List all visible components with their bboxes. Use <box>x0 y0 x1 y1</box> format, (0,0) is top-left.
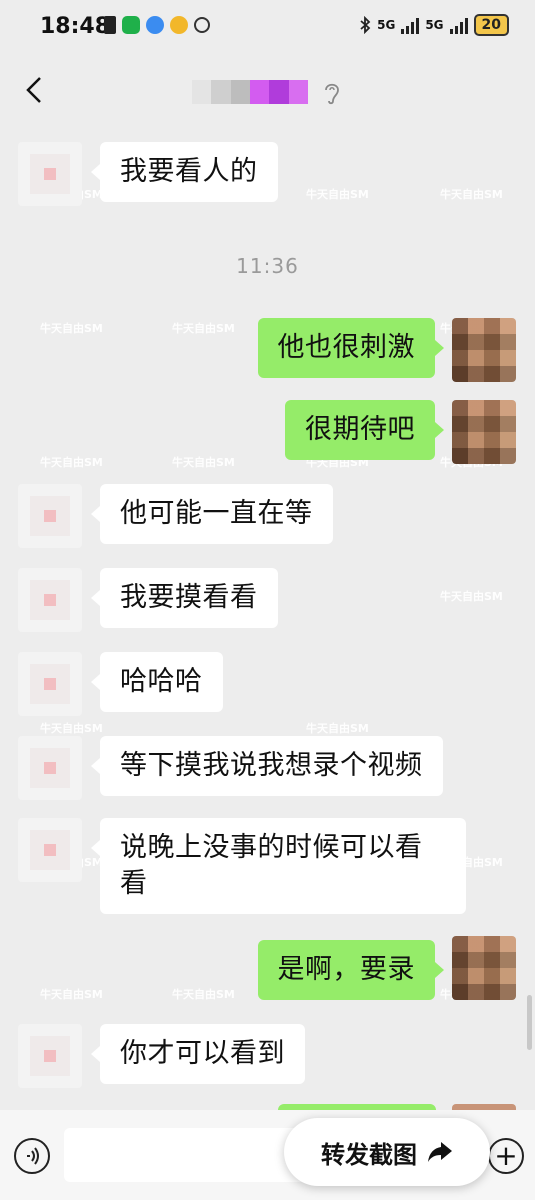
chat-timestamp: 11:36 <box>236 254 299 278</box>
contact-avatar[interactable] <box>18 484 82 548</box>
weather-icon <box>170 16 188 34</box>
contact-avatar[interactable] <box>18 142 82 206</box>
signal-icon-2 <box>449 16 468 34</box>
watermark: 牛天自由SM <box>172 456 235 469</box>
watermark: 牛天自由SM <box>40 456 103 469</box>
plus-icon[interactable]: + <box>488 1138 524 1174</box>
watermark: 牛天自由SM <box>172 322 235 335</box>
network-type-2: 5G <box>425 18 444 32</box>
network-type-1: 5G <box>377 18 396 32</box>
notification-icons <box>104 16 210 34</box>
watermark: 牛天自由SM <box>40 988 103 1001</box>
forward-screenshot-label: 转发截图 <box>321 1140 417 1169</box>
my-avatar[interactable] <box>452 400 516 464</box>
chat-header <box>0 56 535 128</box>
watermark: 牛天自由SM <box>172 988 235 1001</box>
contact-name-redacted <box>192 80 308 104</box>
watermark: 牛天自由SM <box>306 188 369 201</box>
message-bubble-sent[interactable]: 是啊，要录 <box>257 940 444 1000</box>
status-time: 18:48 <box>40 14 111 39</box>
message-bubble-sent[interactable]: 很期待吧 <box>285 400 444 460</box>
watermark: 牛天自由SM <box>306 722 369 735</box>
status-bar: 18:48 5G 5G 20 <box>0 0 535 56</box>
signal-icon <box>401 16 420 34</box>
watermark: 牛天自由SM <box>440 590 503 603</box>
message-bubble-received[interactable]: 他可能一直在等 <box>91 484 333 544</box>
scrollbar[interactable] <box>527 995 532 1050</box>
message-bubble-received[interactable]: 说晚上没事的时候可以看看 <box>91 818 466 914</box>
contact-avatar[interactable] <box>18 736 82 800</box>
my-avatar[interactable] <box>452 936 516 1000</box>
battery-icon: 20 <box>473 14 509 36</box>
hotspot-icon <box>194 17 210 33</box>
watermark: 牛天自由SM <box>40 722 103 735</box>
chevron-left-icon[interactable] <box>22 74 46 106</box>
message-bubble-received[interactable]: 你才可以看到 <box>91 1024 305 1084</box>
wechat-icon <box>122 16 140 34</box>
watermark: 牛天自由SM <box>40 322 103 335</box>
voice-icon[interactable] <box>14 1138 50 1174</box>
message-bubble-received[interactable]: 哈哈哈 <box>91 652 223 712</box>
my-avatar[interactable] <box>452 318 516 382</box>
share-arrow-icon <box>428 1142 452 1162</box>
pinwheel-icon <box>146 16 164 34</box>
system-icons: 5G 5G 20 <box>359 14 509 36</box>
message-list[interactable]: 牛天自由SM 牛天自由SM 牛天自由SM 牛天自由SM 牛天自由SM 牛天自由S… <box>0 128 535 1110</box>
message-bubble-received[interactable]: 等下摸我说我想录个视频 <box>91 736 443 796</box>
voice-waves-icon <box>27 1147 39 1165</box>
message-bubble-received[interactable]: 我要看人的 <box>91 142 278 202</box>
watermark: 牛天自由SM <box>440 188 503 201</box>
contact-avatar[interactable] <box>18 652 82 716</box>
bluetooth-icon <box>360 16 371 34</box>
message-bubble-received[interactable]: 我要摸看看 <box>91 568 278 628</box>
contact-avatar[interactable] <box>18 1024 82 1088</box>
sim-icon <box>104 16 116 34</box>
forward-screenshot-button[interactable]: 转发截图 <box>284 1118 490 1186</box>
message-bubble-sent[interactable]: 他也很刺激 <box>257 318 444 378</box>
contact-avatar[interactable] <box>18 818 82 882</box>
earpiece-icon <box>325 83 339 105</box>
contact-avatar[interactable] <box>18 568 82 632</box>
